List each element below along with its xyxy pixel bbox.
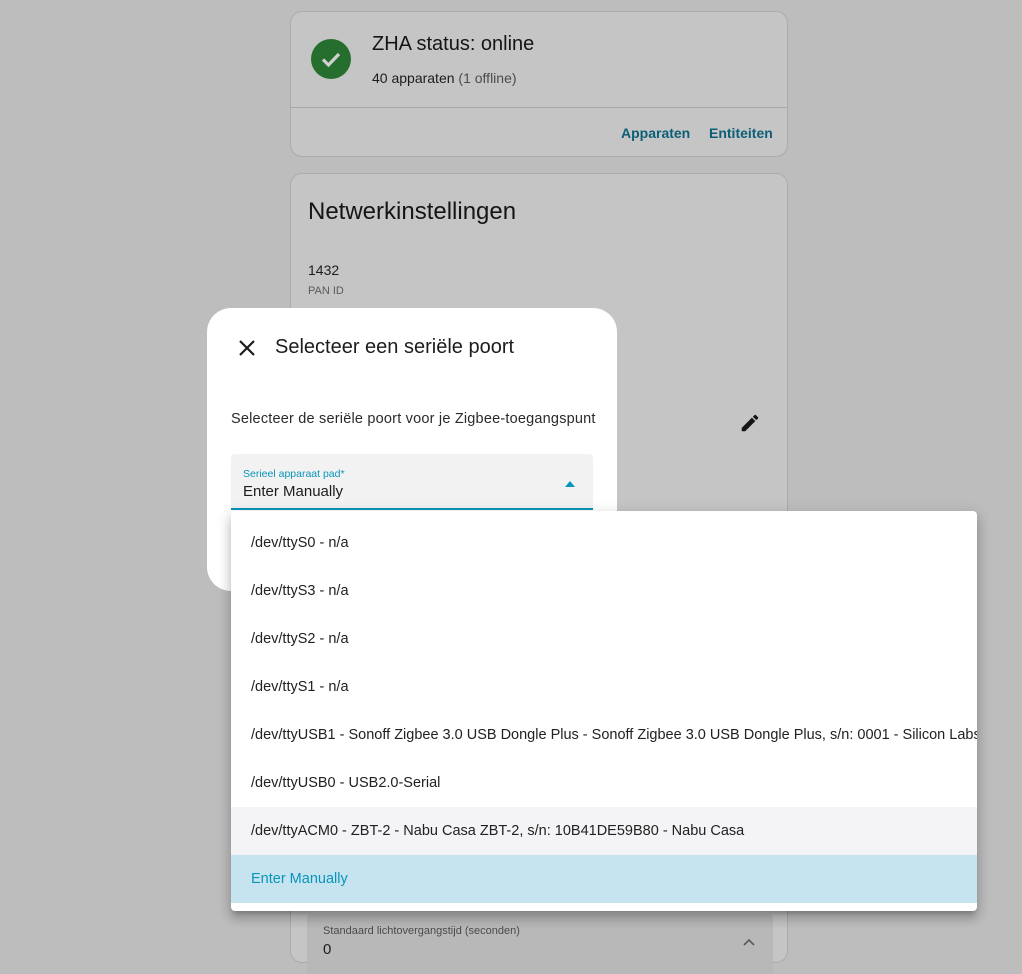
device-count: 40 apparaten (1 offline) — [372, 70, 517, 86]
dropdown-option[interactable]: /dev/ttyS2 - n/a — [231, 615, 977, 663]
check-circle-icon — [311, 39, 351, 79]
dropdown-option-hovered[interactable]: /dev/ttyACM0 - ZBT-2 - Nabu Casa ZBT-2, … — [231, 807, 977, 855]
pencil-icon[interactable] — [739, 412, 761, 434]
zha-status-card: ZHA status: online 40 apparaten (1 offli… — [290, 11, 788, 157]
dropdown-option[interactable]: /dev/ttyS1 - n/a — [231, 663, 977, 711]
chevron-up-icon — [743, 938, 755, 946]
pan-id-label: PAN ID — [308, 285, 344, 297]
dropdown-option-selected[interactable]: Enter Manually — [231, 855, 977, 903]
card-divider — [291, 107, 787, 108]
zha-status-title: ZHA status: online — [372, 33, 535, 55]
transition-time-value: 0 — [323, 941, 332, 958]
dialog-title: Selecteer een seriële poort — [275, 336, 515, 358]
serial-device-path-value: Enter Manually — [243, 483, 344, 500]
dropdown-option[interactable]: /dev/ttyS0 - n/a — [231, 519, 977, 567]
serial-device-path-select[interactable]: Serieel apparaat pad* Enter Manually — [231, 454, 593, 510]
caret-up-icon — [565, 481, 575, 487]
network-settings-title: Netwerkinstellingen — [308, 198, 517, 225]
devices-link[interactable]: Apparaten — [621, 125, 690, 141]
transition-time-field[interactable]: Standaard lichtovergangstijd (seconden) … — [307, 914, 773, 974]
transition-time-label: Standaard lichtovergangstijd (seconden) — [323, 925, 520, 937]
dialog-description: Selecteer de seriële poort voor je Zigbe… — [231, 411, 596, 427]
pan-id-value: 1432 — [308, 262, 340, 278]
serial-device-path-label: Serieel apparaat pad* — [243, 468, 345, 480]
dropdown-option[interactable]: /dev/ttyUSB1 - Sonoff Zigbee 3.0 USB Don… — [231, 711, 977, 759]
serial-port-dropdown: /dev/ttyS0 - n/a /dev/ttyS3 - n/a /dev/t… — [231, 511, 977, 911]
device-count-text: 40 apparaten — [372, 70, 455, 86]
dropdown-option[interactable]: /dev/ttyUSB0 - USB2.0-Serial — [231, 759, 977, 807]
offline-count-text: (1 offline) — [458, 70, 517, 86]
close-icon[interactable] — [235, 336, 259, 360]
dropdown-option[interactable]: /dev/ttyS3 - n/a — [231, 567, 977, 615]
entities-link[interactable]: Entiteiten — [709, 125, 773, 141]
